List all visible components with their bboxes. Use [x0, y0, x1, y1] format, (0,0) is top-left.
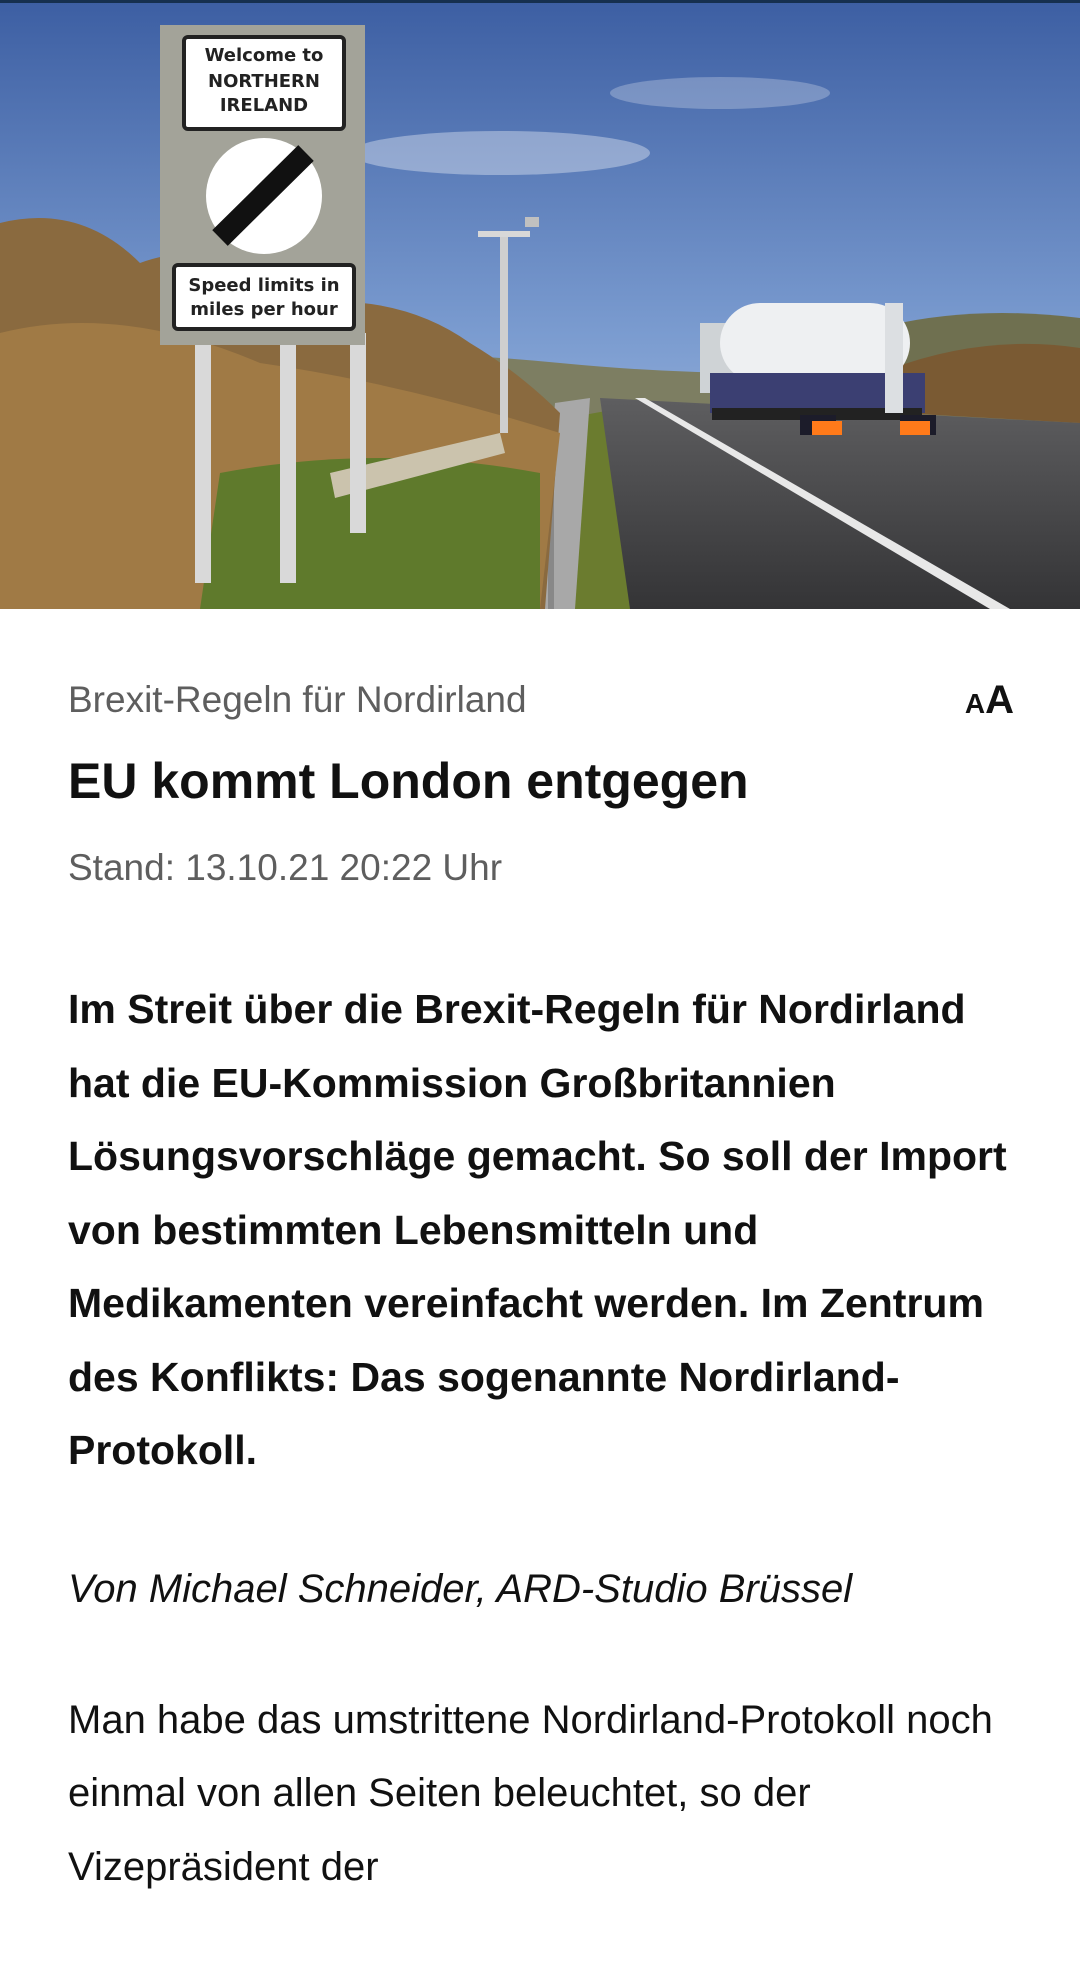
font-size-big-icon: A — [985, 678, 1014, 722]
article-content: Brexit-Regeln für Nordirland AA EU kommt… — [68, 609, 1014, 1904]
article-headline: EU kommt London entgegen — [68, 753, 749, 809]
article-topline: Brexit-Regeln für Nordirland — [68, 679, 527, 720]
sign-speed-line2: miles per hour — [190, 299, 338, 320]
sign-welcome-line3: IRELAND — [220, 95, 308, 116]
article-lead: Im Streit über die Brexit-Regeln für Nor… — [68, 986, 1007, 1473]
font-size-button[interactable]: AA — [965, 675, 1014, 725]
hero-image: Welcome to NORTHERN IRELAND Speed limits… — [0, 3, 1080, 609]
topline-row: Brexit-Regeln für Nordirland AA — [68, 675, 1014, 725]
article-body: Man habe das umstrittene Nordirland-Prot… — [68, 1697, 993, 1889]
article-author: Von Michael Schneider, ARD-Studio Brüsse… — [68, 1566, 853, 1611]
article-date: Stand: 13.10.21 20:22 Uhr — [68, 847, 503, 888]
font-size-small-icon: A — [964, 688, 986, 719]
sign-welcome-line2: NORTHERN — [208, 71, 320, 92]
sign-speed-line1: Speed limits in — [188, 275, 339, 296]
sign-welcome-line1: Welcome to — [205, 45, 324, 66]
